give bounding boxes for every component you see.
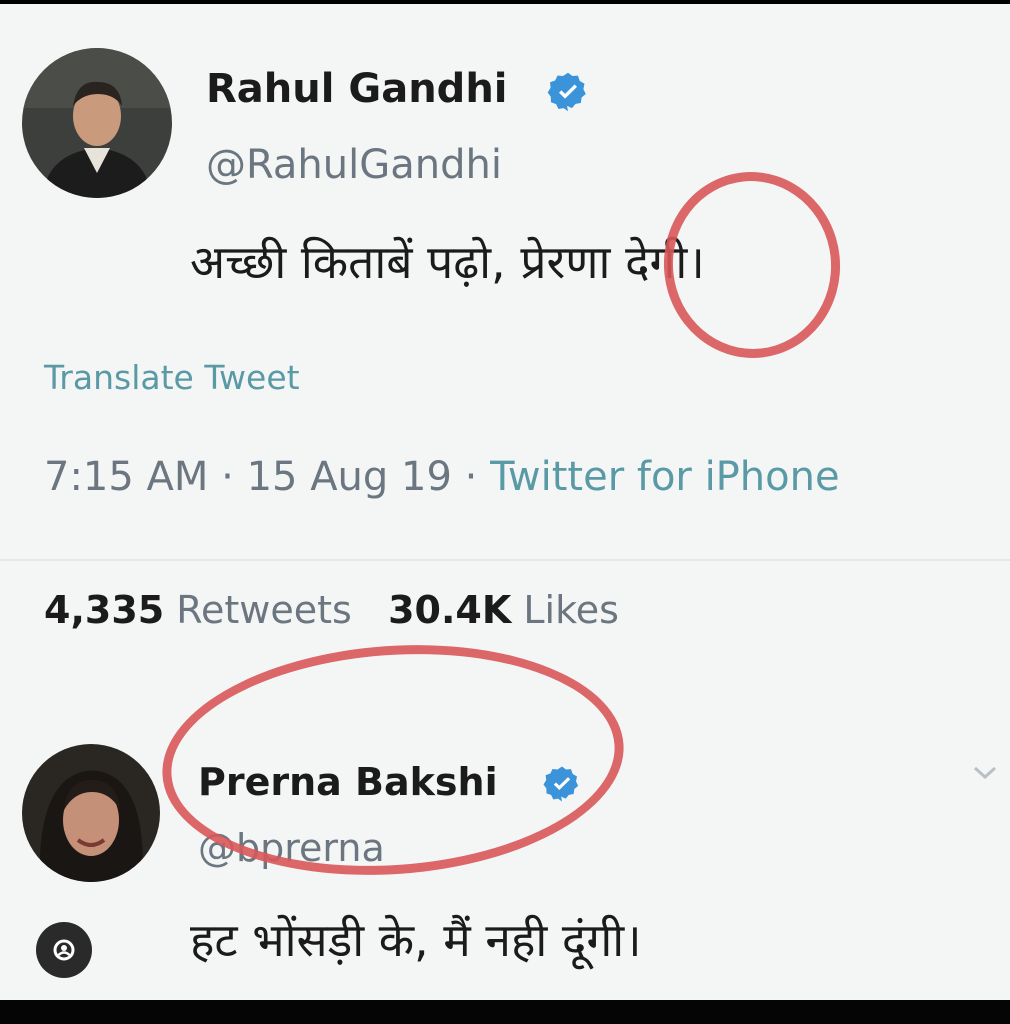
screenshot-frame: Rahul Gandhi @RahulGandhi अच्छी किताबें … <box>0 0 1010 1024</box>
user-circle-icon[interactable] <box>36 922 92 978</box>
tweet-text-highlight: प्रेरणा <box>520 235 611 289</box>
tweet-text: अच्छी किताबें पढ़ो, प्रेरणा देगी। <box>190 230 705 292</box>
meta-separator: · <box>221 454 234 500</box>
author-avatar-image <box>22 48 172 198</box>
tweet-source-link[interactable]: Twitter for iPhone <box>490 454 840 500</box>
author-avatar[interactable] <box>22 48 172 198</box>
verified-badge-icon <box>547 72 586 112</box>
tweet-time: 7:15 AM <box>44 454 209 500</box>
author-name[interactable]: Rahul Gandhi <box>206 66 508 112</box>
tweet-meta: 7:15 AM · 15 Aug 19 · Twitter for iPhone <box>44 454 840 500</box>
divider <box>0 559 1010 561</box>
bottom-bar <box>0 1000 1010 1024</box>
user-circle-glyph <box>53 939 75 961</box>
tweet-card: Rahul Gandhi @RahulGandhi अच्छी किताबें … <box>0 4 1010 1000</box>
tweet-text-before: अच्छी किताबें पढ़ो, <box>190 235 506 289</box>
likes-count[interactable]: 30.4K <box>388 588 511 632</box>
retweets-label[interactable]: Retweets <box>176 588 352 632</box>
chevron-down-icon[interactable] <box>972 764 998 782</box>
reply-avatar-image <box>22 744 160 882</box>
tweet-stats: 4,335 Retweets 30.4K Likes <box>44 588 619 632</box>
translate-tweet-link[interactable]: Translate Tweet <box>44 358 300 397</box>
meta-separator: · <box>464 454 478 500</box>
reply-author-avatar[interactable] <box>22 744 160 882</box>
reply-text: हट भोंसड़ी के, मैं नही दूंगी। <box>190 913 642 967</box>
retweets-count[interactable]: 4,335 <box>44 588 164 632</box>
author-handle[interactable]: @RahulGandhi <box>206 142 502 188</box>
annotation-circle-word <box>654 163 850 367</box>
tweet-date: 15 Aug 19 <box>246 454 452 500</box>
likes-label[interactable]: Likes <box>523 588 619 632</box>
